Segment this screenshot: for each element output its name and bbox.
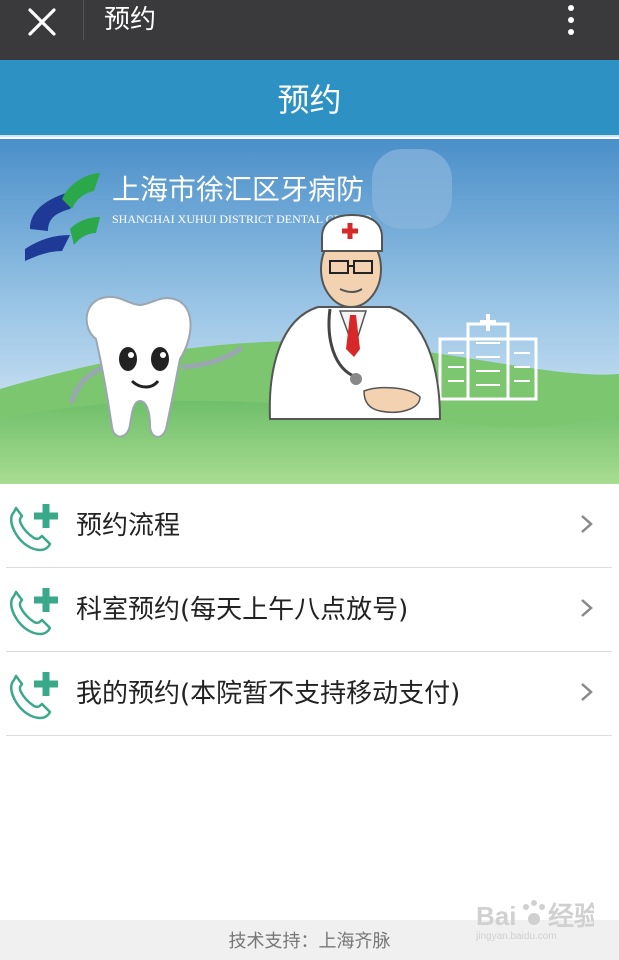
menu-item-department-booking[interactable]: 科室预约(每天上午八点放号) <box>6 568 612 652</box>
hospital-banner: 上海市徐汇区牙病防 SHANGHAI XUHUI DISTRICT DENTAL… <box>0 139 619 484</box>
baidu-watermark: Bai 经验 jingyan.baidu.com <box>475 900 594 942</box>
window-title: 预约 <box>104 5 157 35</box>
more-dot <box>568 29 574 35</box>
watermark-sub: jingyan.baidu.com <box>475 931 557 942</box>
menu-item-appointment-process[interactable]: 预约流程 <box>6 484 612 568</box>
menu-item-label: 预约流程 <box>76 511 181 541</box>
appointment-menu: 预约流程 科室预约(每天上午八点放号) 我的预约(本院暂不支持移动支付) <box>0 484 619 736</box>
paw-icon <box>523 900 545 925</box>
more-menu-button[interactable] <box>551 0 591 40</box>
close-icon <box>28 8 56 36</box>
more-vertical-icon <box>568 5 574 11</box>
top-bar: 预约 <box>0 0 619 60</box>
chevron-right-icon <box>581 599 593 617</box>
menu-item-label: 我的预约(本院暂不支持移动支付) <box>76 679 461 709</box>
chevron-right-icon <box>581 515 593 533</box>
more-dot <box>568 17 574 23</box>
page-title: 预约 <box>277 80 342 119</box>
banner-illustration: 上海市徐汇区牙病防 SHANGHAI XUHUI DISTRICT DENTAL… <box>0 139 619 484</box>
svg-text:经验: 经验 <box>548 901 594 931</box>
topbar-divider <box>83 0 84 40</box>
watermark-text: Bai <box>476 901 516 931</box>
phone-plus-icon <box>10 672 58 720</box>
hospital-name-cn: 上海市徐汇区牙病防 <box>112 173 364 206</box>
page-header: 预约 <box>0 60 619 137</box>
phone-plus-icon <box>10 504 58 552</box>
menu-item-my-appointments[interactable]: 我的预约(本院暂不支持移动支付) <box>6 652 612 736</box>
menu-item-label: 科室预约(每天上午八点放号) <box>76 595 409 625</box>
chevron-right-icon <box>581 683 593 701</box>
footer-credit: 技术支持：上海齐脉 <box>228 931 391 952</box>
phone-plus-icon <box>10 588 58 636</box>
close-button[interactable] <box>18 2 66 42</box>
